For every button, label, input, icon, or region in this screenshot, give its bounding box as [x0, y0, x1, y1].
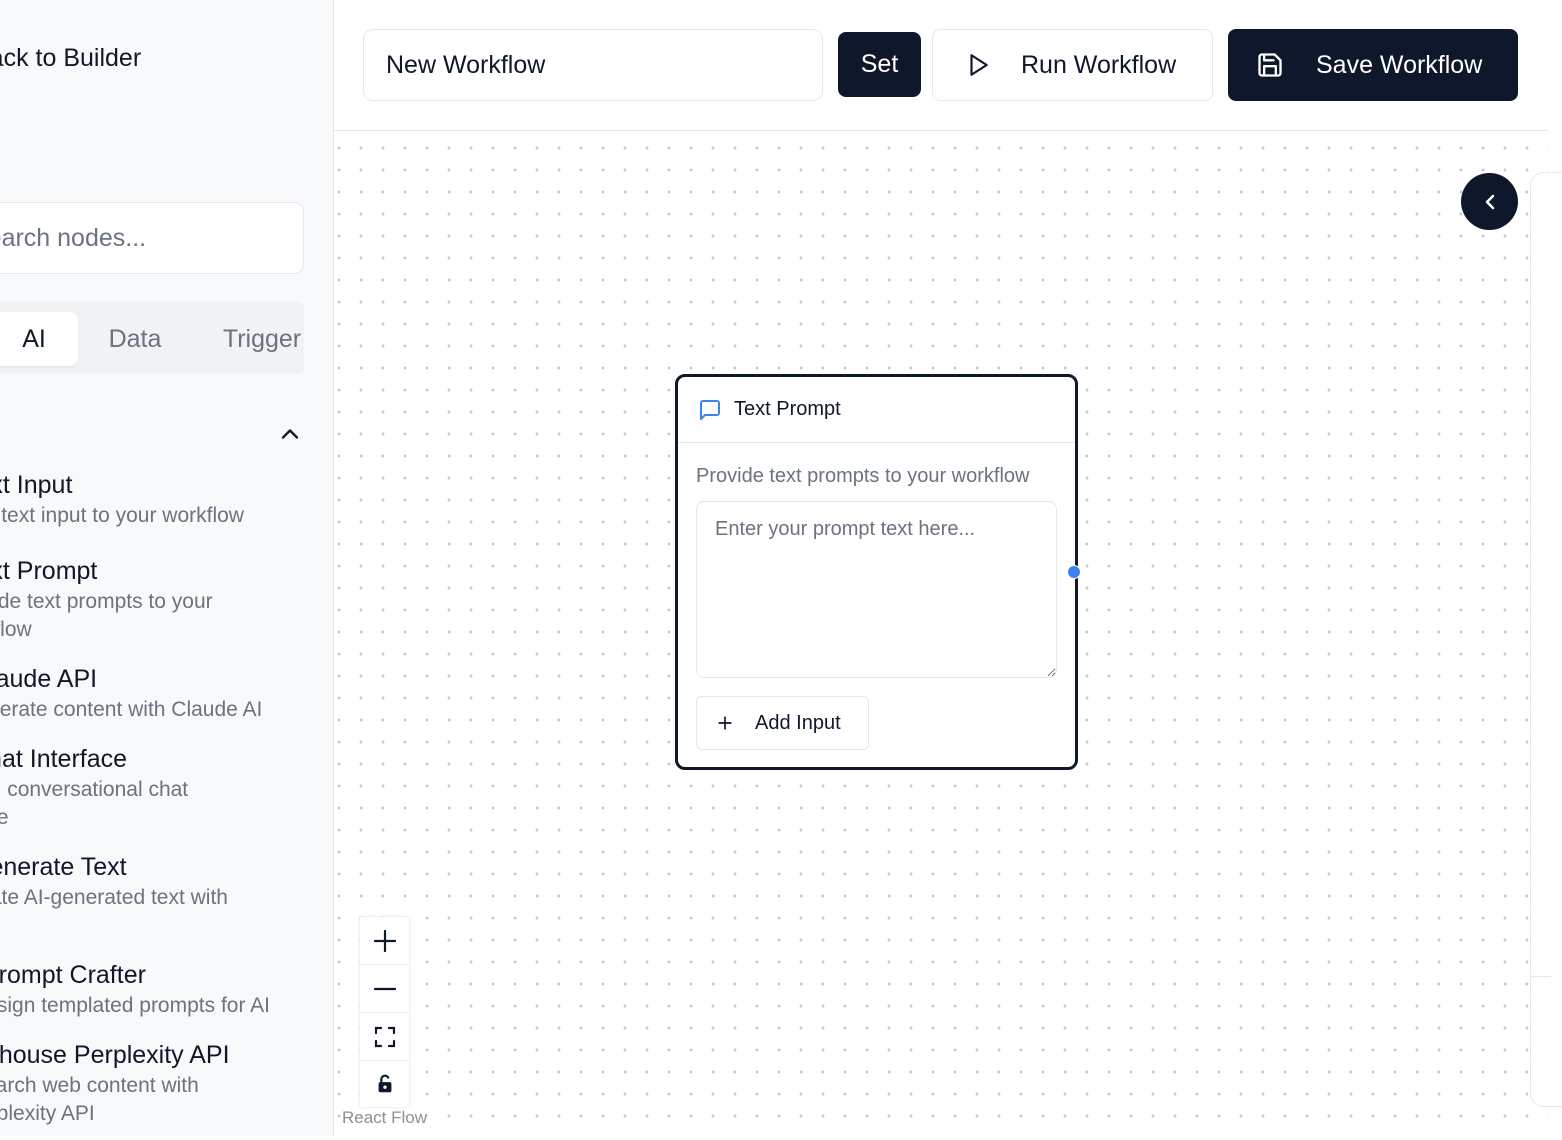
set-name-button[interactable]: Set — [838, 32, 921, 97]
list-item[interactable]: Text Prompt Provide text prompts to your… — [0, 556, 284, 644]
node-sidebar: Back to Builder AI Data Trigger Text Inp… — [0, 0, 334, 1136]
list-item[interactable]: Inhouse Perplexity API Search web conten… — [0, 1040, 298, 1128]
output-handle[interactable] — [1067, 565, 1081, 579]
node-item-description: Design templated prompts for AI — [0, 994, 270, 1017]
save-workflow-label: Save Workflow — [1316, 50, 1483, 79]
minus-icon — [373, 987, 396, 990]
node-item-description: Create AI-generated text with — [0, 886, 228, 909]
node-item-title: Inhouse Perplexity API — [0, 1041, 230, 1069]
fit-view-button[interactable] — [360, 1013, 409, 1061]
message-square-icon — [700, 399, 720, 420]
zoom-out-button[interactable] — [360, 965, 409, 1013]
save-icon — [1258, 53, 1282, 77]
node-item-title: Text Input — [0, 471, 73, 499]
list-item[interactable]: Text Input Add text input to your workfl… — [0, 470, 284, 530]
node-category-tabs: AI Data Trigger — [0, 302, 304, 374]
chevron-up-icon — [281, 429, 299, 439]
prompt-textarea[interactable] — [696, 501, 1057, 678]
node-item-description: Perplexity API — [0, 1102, 95, 1125]
node-search-input[interactable] — [0, 223, 293, 253]
node-item-description: Generate content with Claude AI — [0, 698, 263, 721]
zoom-in-button[interactable] — [360, 917, 409, 965]
node-item-description: workflow — [0, 618, 32, 641]
node-item-title: Claude API — [0, 665, 98, 693]
panel-divider — [1531, 976, 1551, 977]
toggle-panel-button[interactable] — [1461, 173, 1518, 230]
properties-panel — [1530, 172, 1562, 1107]
node-item-description: Add text input to your workflow — [0, 504, 244, 527]
play-icon — [970, 54, 988, 76]
list-item[interactable]: Generate Text Create AI-generated text w… — [0, 852, 290, 940]
list-item[interactable]: Claude API Generate content with Claude … — [0, 664, 292, 724]
node-item-description: Search web content with — [0, 1074, 199, 1097]
chevron-left-icon — [1485, 194, 1494, 209]
run-workflow-label: Run Workflow — [1021, 50, 1177, 79]
react-flow-attribution[interactable]: React Flow — [340, 1108, 430, 1128]
node-item-title: Chat Interface — [0, 745, 128, 773]
node-item-title: Generate Text — [0, 853, 127, 881]
run-workflow-button[interactable]: Run Workflow — [932, 29, 1213, 101]
tab-trigger[interactable]: Trigger — [202, 312, 304, 366]
workflow-toolbar: Set Run Workflow Save Workflow — [334, 0, 1548, 131]
list-item[interactable]: Chat Interface Add conversational chat i… — [0, 744, 290, 832]
unlock-icon — [378, 1074, 391, 1093]
flow-controls — [360, 917, 409, 1107]
list-item[interactable]: Prompt Crafter Design templated prompts … — [0, 960, 302, 1020]
node-item-description: Add conversational chat — [0, 778, 189, 801]
workflow-builder: Back to Builder AI Data Trigger Text Inp… — [0, 0, 1562, 1140]
node-item-title: Text Prompt — [0, 557, 98, 585]
add-input-label: Add Input — [755, 711, 841, 734]
node-item-description: Provide text prompts to your — [0, 590, 213, 613]
node-item-description: model — [0, 912, 290, 940]
save-workflow-button[interactable]: Save Workflow — [1228, 29, 1518, 101]
text-prompt-node[interactable]: Text Prompt Provide text prompts to your… — [675, 374, 1078, 770]
tab-ai[interactable]: AI — [0, 312, 78, 366]
add-input-button[interactable]: Add Input — [696, 696, 869, 750]
node-item-title: Prompt Crafter — [0, 961, 146, 989]
plus-icon — [718, 716, 732, 730]
node-description: Provide text prompts to your workflow — [696, 465, 1030, 487]
back-to-builder-link[interactable]: Back to Builder — [0, 44, 141, 73]
section-collapse-button[interactable] — [276, 420, 304, 448]
node-header: Text Prompt — [678, 377, 1075, 443]
node-search-box — [0, 202, 304, 274]
node-item-description: interface — [0, 804, 290, 832]
workflow-name-input[interactable] — [363, 29, 823, 101]
fit-view-icon — [374, 1026, 395, 1047]
plus-icon — [373, 929, 396, 952]
node-title: Text Prompt — [734, 398, 841, 420]
tab-data[interactable]: Data — [84, 312, 186, 366]
toggle-interactivity-button[interactable] — [360, 1061, 409, 1107]
